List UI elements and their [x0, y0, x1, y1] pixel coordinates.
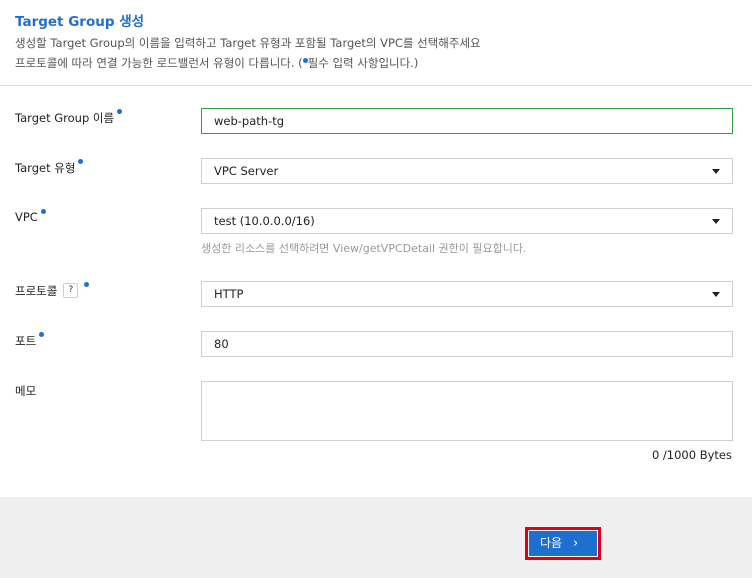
description-line-2-suffix: 필수 입력 사항입니다.) [307, 56, 419, 70]
vpc-label: VPC [15, 209, 46, 224]
required-dot-icon [39, 332, 45, 337]
required-dot-icon [40, 209, 46, 214]
chevron-right-icon: › [573, 536, 579, 551]
vpc-permission-hint: 생성한 리소스를 선택하려면 View/getVPCDetail 권한이 필요합… [201, 242, 527, 255]
port-input[interactable]: 80 [201, 331, 733, 357]
protocol-label: 프로토콜? [15, 282, 90, 299]
help-icon[interactable]: ? [63, 283, 79, 298]
protocol-select[interactable]: HTTP [201, 281, 733, 307]
caret-down-icon [712, 292, 720, 297]
next-button-label: 다음 [540, 536, 563, 550]
type-select-value: VPC Server [214, 164, 279, 178]
vpc-label-text: VPC [15, 210, 38, 224]
memo-label: 메모 [15, 384, 37, 398]
protocol-label-text: 프로토콜 [15, 284, 58, 298]
page-title: Target Group 생성 [15, 14, 145, 30]
name-label-text: Target Group 이름 [15, 111, 115, 125]
next-button[interactable]: 다음 › [529, 531, 597, 556]
name-label: Target Group 이름 [15, 109, 123, 126]
caret-down-icon [712, 169, 720, 174]
memo-byte-counter: 0 /1000 Bytes [651, 448, 732, 462]
required-dot-icon [84, 282, 90, 287]
memo-textarea[interactable] [201, 381, 733, 441]
vpc-select-value: test (10.0.0.0/16) [214, 214, 315, 228]
name-input[interactable]: web-path-tg [201, 108, 733, 134]
description-line-2: 프로토콜에 따라 연결 가능한 로드밸런서 유형이 다릅니다. ( 필수 입력 사… [15, 55, 418, 71]
description-line-2-prefix: 프로토콜에 따라 연결 가능한 로드밸런서 유형이 다릅니다. ( [15, 56, 303, 70]
footer-bar [0, 497, 752, 578]
page-header: Target Group 생성 생성할 Target Group의 이름을 입력… [0, 0, 752, 86]
port-label-text: 포트 [15, 334, 37, 348]
protocol-select-value: HTTP [214, 287, 244, 301]
type-select[interactable]: VPC Server [201, 158, 733, 184]
vpc-select[interactable]: test (10.0.0.0/16) [201, 208, 733, 234]
type-label: Target 유형 [15, 159, 84, 176]
description-line-1: 생성할 Target Group의 이름을 입력하고 Target 유형과 포함… [15, 36, 481, 50]
required-dot-icon [117, 109, 123, 114]
required-dot-icon [78, 159, 84, 164]
type-label-text: Target 유형 [15, 161, 76, 175]
caret-down-icon [712, 219, 720, 224]
port-label: 포트 [15, 332, 45, 349]
